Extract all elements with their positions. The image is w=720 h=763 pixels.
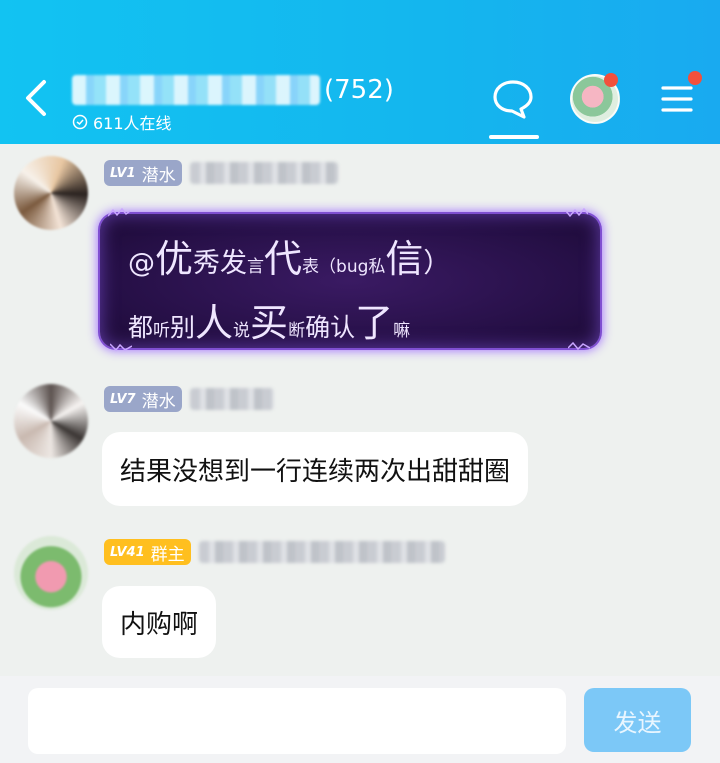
sender-name-redacted: [189, 162, 338, 184]
sparkle-decoration: [108, 208, 130, 217]
online-count: 611人在线: [93, 114, 172, 133]
sender-avatar[interactable]: [14, 156, 88, 230]
sender-avatar[interactable]: [14, 536, 88, 610]
group-title[interactable]: (752): [72, 72, 394, 108]
sender-avatar[interactable]: [14, 384, 88, 458]
chat-header: (752) 611人在线: [0, 0, 720, 144]
level-badge: LV41 群主: [104, 539, 191, 565]
sender-meta: LV1 潜水: [104, 160, 338, 186]
sender-meta: LV7 潜水: [104, 386, 274, 412]
message-line: 都听别人说买断确认了嘛: [128, 301, 411, 345]
level-badge: LV1 潜水: [104, 160, 182, 186]
back-arrow-icon[interactable]: [18, 76, 54, 120]
sender-meta: LV41 群主: [104, 539, 445, 565]
menu-icon[interactable]: [660, 82, 694, 116]
notification-dot: [604, 73, 618, 87]
level-badge: LV7 潜水: [104, 386, 182, 412]
message-input[interactable]: [28, 688, 566, 754]
online-status: 611人在线: [72, 110, 172, 134]
message-bubble[interactable]: 内购啊: [102, 586, 217, 658]
sparkle-decoration: [568, 342, 590, 351]
sender-name-redacted: [189, 388, 274, 410]
clock-icon: [72, 114, 88, 130]
sparkle-decoration: [566, 208, 588, 218]
message-line: @优秀发言代表（bug私信）: [128, 237, 451, 281]
special-message-bubble[interactable]: @优秀发言代表（bug私信） 都听别人说买断确认了嘛: [100, 208, 600, 352]
member-count: (752): [324, 75, 394, 105]
active-tab-indicator: [489, 135, 539, 139]
menu-notification-dot: [688, 71, 702, 85]
chat-bubble-icon[interactable]: [490, 76, 536, 122]
group-name-redacted: [72, 75, 320, 105]
send-button[interactable]: 发送: [584, 688, 691, 752]
message-bubble[interactable]: 结果没想到一行连续两次出甜甜圈: [102, 432, 529, 506]
sender-name-redacted: [198, 541, 445, 563]
